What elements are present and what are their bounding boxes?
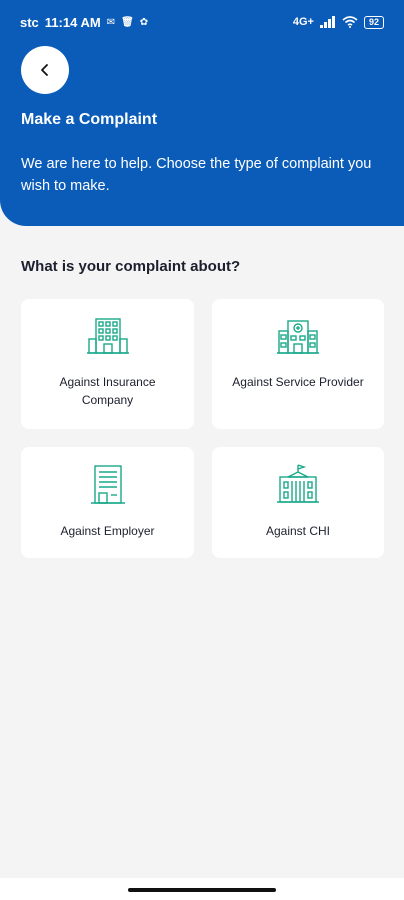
option-label: Against CHI bbox=[265, 524, 331, 538]
battery-indicator: 92 bbox=[363, 15, 384, 29]
carrier-label: stc bbox=[20, 14, 39, 30]
option-label: Against Service Provider bbox=[232, 375, 364, 389]
status-bar: stc 11:14 AM ✉ 🗑 ✿ 4G+ 92 bbox=[0, 0, 404, 44]
notification-icon: ✉ bbox=[106, 16, 116, 28]
option-employer[interactable]: Against Employer bbox=[21, 447, 194, 558]
header: stc 11:14 AM ✉ 🗑 ✿ 4G+ 92 Make a Complai… bbox=[0, 0, 404, 226]
trash-icon: 🗑 bbox=[121, 16, 134, 28]
settings-icon: ✿ bbox=[139, 16, 149, 28]
government-building-icon bbox=[277, 464, 319, 503]
section-heading: What is your complaint about? bbox=[21, 258, 241, 275]
office-building-icon bbox=[86, 318, 129, 354]
option-label: Against Employer bbox=[60, 524, 155, 538]
home-indicator[interactable] bbox=[128, 888, 276, 892]
chevron-left-icon bbox=[41, 64, 48, 76]
hospital-icon bbox=[277, 320, 319, 354]
wifi-icon bbox=[342, 16, 358, 28]
employer-building-icon bbox=[90, 465, 125, 504]
option-service-provider[interactable]: Against Service Provider bbox=[212, 299, 384, 429]
network-type: 4G+ bbox=[292, 16, 314, 28]
option-insurance-company[interactable]: Against Insurance Company bbox=[21, 299, 194, 429]
page-title: Make a Complaint bbox=[21, 111, 158, 128]
signal-icon bbox=[319, 16, 335, 28]
clock: 11:14 AM bbox=[44, 14, 101, 30]
page-subtitle: We are here to help. Choose the type of … bbox=[21, 156, 372, 194]
option-chi[interactable]: Against CHI bbox=[212, 447, 384, 558]
option-label: Against Insurance Company bbox=[59, 375, 156, 407]
back-button[interactable] bbox=[21, 46, 69, 94]
